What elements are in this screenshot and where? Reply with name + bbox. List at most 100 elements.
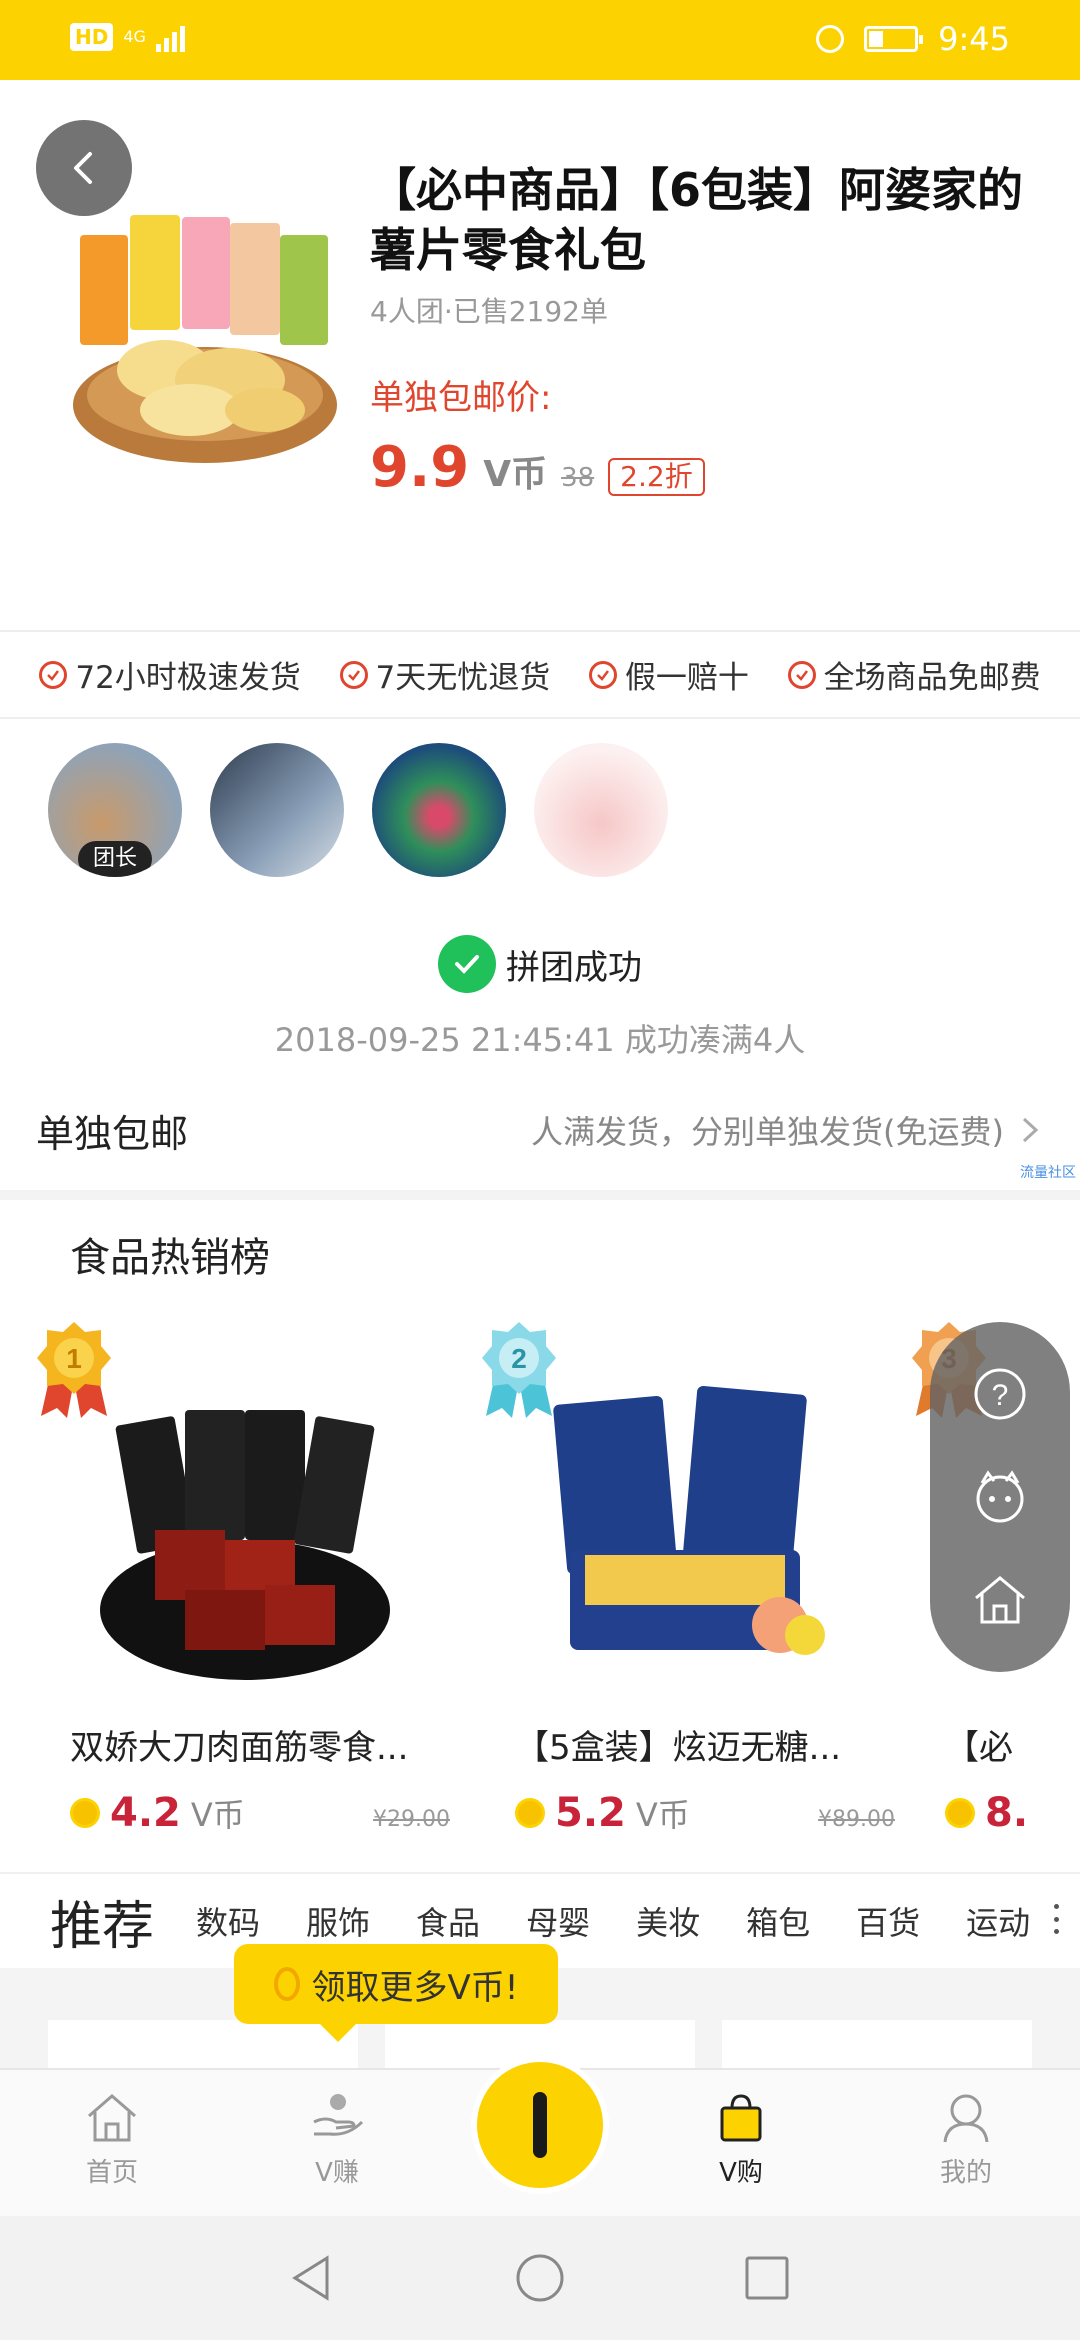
back-button[interactable]: [36, 120, 132, 216]
original-price: 38: [561, 463, 595, 493]
ranking-price-row: 8.: [945, 1790, 1080, 1836]
nav-label: 首页: [85, 2158, 138, 2188]
ranking-price: 8.: [985, 1790, 1029, 1836]
tab-clothing[interactable]: 服饰: [306, 1898, 370, 1944]
member-avatar[interactable]: 团长: [48, 743, 182, 877]
status-left: HD 4G: [70, 22, 185, 52]
product-image: [73, 215, 337, 463]
group-time: 2018-09-25 21:45:41 成功凑满4人: [274, 1021, 806, 1059]
nav-label: 我的: [939, 2158, 992, 2188]
nav-label: V赚: [315, 2158, 359, 2188]
ranking-price-row: 4.2 V币 ¥29.00: [70, 1790, 450, 1836]
guarantee-item: 72小时极速发货: [39, 652, 301, 697]
success-check-icon: [438, 935, 496, 993]
member-avatar[interactable]: [210, 743, 344, 877]
watermark: 流量社区: [1020, 1165, 1076, 1181]
ranking-price-unit: V币: [190, 1796, 245, 1834]
check-icon: [39, 660, 68, 689]
ranking-original-price: ¥29.00: [373, 1807, 450, 1832]
coin-icon: [945, 1798, 975, 1828]
ranking-product-image: [553, 1386, 825, 1655]
ranking-product-name: 【必: [945, 1728, 1013, 1768]
divider: [0, 717, 1080, 719]
shipping-label: 单独包邮: [36, 1111, 189, 1156]
price-label: 单独包邮价:: [370, 378, 552, 418]
check-icon: [588, 660, 617, 689]
ranking-price: 5.2: [555, 1790, 626, 1836]
member-avatar[interactable]: [534, 743, 668, 877]
ranking-product-name: 【5盒装】炫迈无糖...: [515, 1728, 842, 1768]
back-arrow-icon: [74, 152, 92, 184]
tooltip-text: 领取更多V币!: [311, 1967, 519, 2008]
nav-label: V购: [719, 2158, 763, 2188]
tab-general[interactable]: 百货: [856, 1898, 920, 1944]
product-title: 【必中商品】【6包装】阿婆家的薯片零食礼包: [370, 163, 1024, 277]
price-row: 9.9 V币 38 2.2折: [370, 435, 705, 500]
rank-number: 2: [511, 1343, 527, 1374]
battery-icon: [864, 26, 924, 52]
leader-tag: 团长: [78, 841, 152, 877]
tab-digital[interactable]: 数码: [196, 1898, 260, 1944]
price: 9.9: [370, 435, 470, 500]
system-recents-icon[interactable]: [741, 2252, 793, 2304]
ranking-product-name: 双娇大刀肉面筋零食...: [70, 1728, 409, 1768]
ranking-original-price: ¥89.00: [818, 1807, 895, 1832]
shipping-row[interactable]: 单独包邮 人满发货，分别单独发货(免运费): [0, 1090, 1080, 1170]
ranking-title: 食品热销榜: [70, 1235, 270, 1281]
nav-profile[interactable]: 我的: [886, 2088, 1046, 2189]
tab-baby[interactable]: 母婴: [526, 1898, 590, 1944]
tab-beauty[interactable]: 美妆: [636, 1898, 700, 1944]
customer-service-icon[interactable]: [970, 1467, 1030, 1527]
chevron-right-icon: [1022, 1117, 1039, 1143]
guarantee-label: 72小时极速发货: [75, 660, 301, 696]
check-icon: [339, 660, 368, 689]
home-icon[interactable]: [970, 1570, 1030, 1630]
group-members: 团长: [48, 743, 668, 877]
section-separator: [0, 1190, 1080, 1200]
guarantee-item: 7天无忧退货: [339, 652, 550, 697]
guarantee-label: 全场商品免邮费: [823, 660, 1041, 696]
member-avatar[interactable]: [372, 743, 506, 877]
more-tabs-icon[interactable]: [1054, 1904, 1060, 1934]
alarm-icon: [816, 25, 845, 53]
guarantee-item: 假一赔十: [588, 652, 749, 697]
ranking-product-image: [100, 1410, 390, 1680]
group-success: 拼团成功: [0, 935, 1080, 993]
nav-earn[interactable]: V赚: [257, 2088, 417, 2189]
earn-coins-tooltip[interactable]: 领取更多V币!: [234, 1944, 558, 2042]
ranking-price-unit: V币: [635, 1796, 690, 1834]
signal-icon: [155, 22, 185, 52]
svg-text:?: ?: [992, 1379, 1009, 1412]
coin-icon: [515, 1798, 545, 1828]
floating-toolbar: ?: [930, 1322, 1070, 1672]
hd-badge: HD: [70, 23, 114, 51]
status-right: 9:45: [816, 20, 1010, 58]
ranking-item[interactable]: 2 【5盒装】炫迈无糖... 5.2 V币 ¥89.00: [480, 1320, 895, 1840]
system-back-icon[interactable]: [287, 2252, 339, 2304]
center-action-icon: [533, 2092, 547, 2158]
home-icon: [88, 2094, 136, 2142]
tab-bags[interactable]: 箱包: [746, 1898, 810, 1944]
tab-recommend[interactable]: 推荐: [50, 1884, 155, 1981]
status-bar: HD 4G 9:45: [0, 0, 1080, 80]
nav-shop[interactable]: V购: [661, 2088, 821, 2189]
guarantee-label: 假一赔十: [624, 660, 749, 696]
system-home-icon[interactable]: [514, 2252, 566, 2304]
discount-badge: 2.2折: [608, 458, 705, 496]
nav-home[interactable]: 首页: [32, 2088, 192, 2189]
help-icon[interactable]: ?: [970, 1364, 1030, 1424]
center-action-button[interactable]: [471, 2056, 609, 2194]
network-type: 4G: [123, 27, 146, 46]
tab-food[interactable]: 食品: [416, 1898, 480, 1944]
profile-icon: [943, 2094, 989, 2143]
price-unit: V币: [483, 454, 548, 495]
product-sales: 4人团·已售2192单: [370, 295, 608, 328]
rank-number: 1: [66, 1343, 82, 1374]
clock: 9:45: [938, 20, 1010, 58]
system-nav-bar: [0, 2216, 1080, 2340]
coin-icon: [273, 1967, 300, 2001]
guarantee-bar: 72小时极速发货 7天无忧退货 假一赔十 全场商品免邮费: [0, 632, 1080, 717]
tab-sports[interactable]: 运动: [966, 1898, 1030, 1944]
coin-icon: [70, 1798, 100, 1828]
ranking-item[interactable]: 1 双娇大刀肉面筋零食... 4.2 V币 ¥29.00: [35, 1320, 450, 1840]
